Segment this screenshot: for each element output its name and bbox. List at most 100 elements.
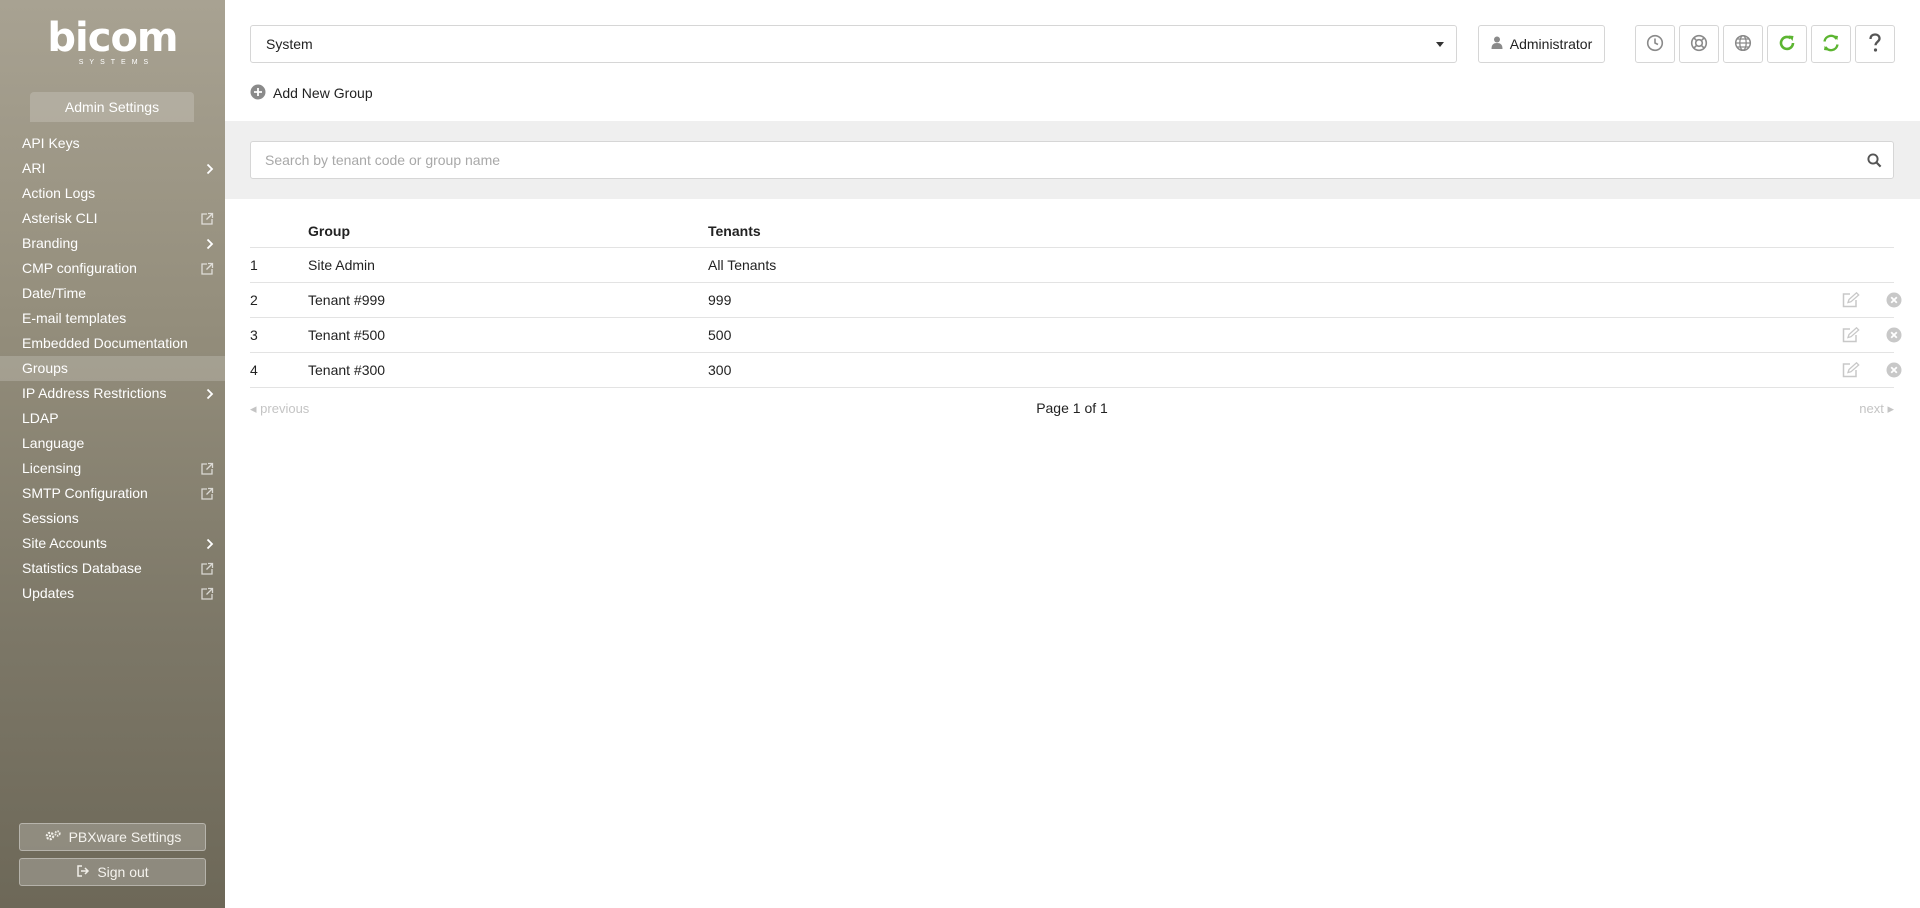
sidebar-item-label: IP Address Restrictions [22, 385, 167, 401]
support-button[interactable] [1679, 25, 1719, 63]
pbxware-settings-label: PBXware Settings [68, 829, 182, 845]
add-new-group-button[interactable]: Add New Group [250, 83, 373, 103]
sidebar-item-site-accounts[interactable]: Site Accounts [0, 531, 225, 556]
chevron-right-icon [206, 156, 214, 181]
external-link-icon [200, 206, 214, 231]
sidebar-item-label: API Keys [22, 135, 80, 151]
group-name: Tenant #500 [308, 327, 386, 343]
external-link-icon [200, 581, 214, 606]
administrator-label: Administrator [1509, 36, 1593, 52]
table-row[interactable]: 3 Tenant #500 500 [250, 318, 1902, 353]
page-indicator: Page 1 of 1 [1036, 400, 1108, 416]
logo-wordmark: bicom [47, 15, 178, 61]
sidebar-item-label: ARI [22, 160, 46, 176]
delete-icon[interactable] [1884, 290, 1904, 310]
sidebar-item-updates[interactable]: Updates [0, 581, 225, 606]
row-number: 4 [250, 362, 258, 378]
sidebar-item-label: Embedded Documentation [22, 335, 188, 351]
sidebar-item-embedded-documentation[interactable]: Embedded Documentation [0, 331, 225, 356]
administrator-button[interactable]: Administrator [1478, 25, 1605, 63]
sidebar-item-label: Date/Time [22, 285, 87, 301]
sidebar-item-smtp-configuration[interactable]: SMTP Configuration [0, 481, 225, 506]
logo-subtitle: SYSTEMS [78, 59, 155, 66]
sidebar-item-statistics-database[interactable]: Statistics Database [0, 556, 225, 581]
sidebar-item-licensing[interactable]: Licensing [0, 456, 225, 481]
sign-out-icon [76, 864, 90, 881]
group-name: Site Admin [308, 257, 375, 273]
sidebar-item-ip-address-restrictions[interactable]: IP Address Restrictions [0, 381, 225, 406]
sidebar-item-date-time[interactable]: Date/Time [0, 281, 225, 306]
table-row[interactable]: 1 Site Admin All Tenants [250, 248, 1894, 283]
add-new-group-label: Add New Group [273, 85, 373, 101]
history-button[interactable] [1635, 25, 1675, 63]
external-link-icon [200, 556, 214, 581]
table-header: Group Tenants [250, 216, 1894, 248]
sidebar-item-ari[interactable]: ARI [0, 156, 225, 181]
sidebar-item-language[interactable]: Language [0, 431, 225, 456]
group-name: Tenant #300 [308, 362, 386, 378]
sync-icon [1821, 33, 1841, 56]
external-link-icon [200, 456, 214, 481]
column-header-tenants[interactable]: Tenants [708, 223, 761, 239]
system-select-value: System [266, 36, 313, 52]
section-title-admin-settings: Admin Settings [30, 92, 194, 122]
sidebar-item-label: LDAP [22, 410, 59, 426]
clock-icon [1646, 34, 1664, 55]
sidebar-item-sessions[interactable]: Sessions [0, 506, 225, 531]
language-button[interactable] [1723, 25, 1763, 63]
tenants-value: 300 [708, 362, 732, 378]
row-number: 2 [250, 292, 258, 308]
edit-icon[interactable] [1841, 290, 1861, 310]
delete-icon[interactable] [1884, 360, 1904, 380]
sidebar-item-label: Asterisk CLI [22, 210, 98, 226]
user-icon [1491, 36, 1503, 52]
external-link-icon [200, 256, 214, 281]
table-row[interactable]: 2 Tenant #999 999 [250, 283, 1902, 318]
system-select[interactable]: System [250, 25, 1457, 63]
row-number: 3 [250, 327, 258, 343]
reload-icon [1777, 33, 1797, 56]
sidebar-item-label: CMP configuration [22, 260, 137, 276]
sign-out-button[interactable]: Sign out [19, 858, 206, 886]
sidebar-item-label: Action Logs [22, 185, 96, 201]
sidebar-item-label: Statistics Database [22, 560, 142, 576]
next-page-link[interactable]: next ▸ [1859, 401, 1894, 417]
sidebar: bicom SYSTEMS Admin Settings API Keys AR… [0, 0, 225, 908]
sidebar-item-cmp-configuration[interactable]: CMP configuration [0, 256, 225, 281]
sidebar-item-label: Licensing [22, 460, 82, 476]
sidebar-menu: API Keys ARI Action Logs Asterisk CLI Br… [0, 131, 225, 606]
main-content: System Administrator Add New Group Searc… [225, 0, 1920, 908]
help-button[interactable] [1855, 25, 1895, 63]
edit-icon[interactable] [1841, 360, 1861, 380]
search-icon[interactable] [1867, 153, 1882, 171]
reload-button[interactable] [1767, 25, 1807, 63]
sidebar-item-ldap[interactable]: LDAP [0, 406, 225, 431]
groups-table: Group Tenants 1 Site Admin All Tenants 2… [250, 216, 1902, 388]
sidebar-item-email-templates[interactable]: E-mail templates [0, 306, 225, 331]
sidebar-item-asterisk-cli[interactable]: Asterisk CLI [0, 206, 225, 231]
sidebar-item-action-logs[interactable]: Action Logs [0, 181, 225, 206]
help-question-icon [1868, 32, 1882, 56]
next-label: next [1859, 401, 1884, 416]
search-input[interactable] [250, 141, 1894, 179]
delete-icon[interactable] [1884, 325, 1904, 345]
sidebar-item-label: Sessions [22, 510, 79, 526]
sidebar-item-branding[interactable]: Branding [0, 231, 225, 256]
edit-icon[interactable] [1841, 325, 1861, 345]
sync-button[interactable] [1811, 25, 1851, 63]
sidebar-item-label: SMTP Configuration [22, 485, 148, 501]
group-name: Tenant #999 [308, 292, 386, 308]
sidebar-item-label: Branding [22, 235, 79, 251]
pagination: ◂ previous Page 1 of 1 next ▸ [250, 400, 1894, 420]
sidebar-item-api-keys[interactable]: API Keys [0, 131, 225, 156]
sidebar-item-label: Updates [22, 585, 75, 601]
plus-circle-icon [250, 84, 266, 103]
chevron-right-icon [206, 231, 214, 256]
pbxware-settings-button[interactable]: PBXware Settings [19, 823, 206, 851]
table-row[interactable]: 4 Tenant #300 300 [250, 353, 1902, 388]
sidebar-item-groups[interactable]: Groups [0, 356, 225, 381]
tenants-value: 999 [708, 292, 732, 308]
column-header-group[interactable]: Group [308, 223, 350, 239]
bicom-logo[interactable]: bicom SYSTEMS [0, 18, 225, 66]
gears-icon [44, 829, 62, 846]
